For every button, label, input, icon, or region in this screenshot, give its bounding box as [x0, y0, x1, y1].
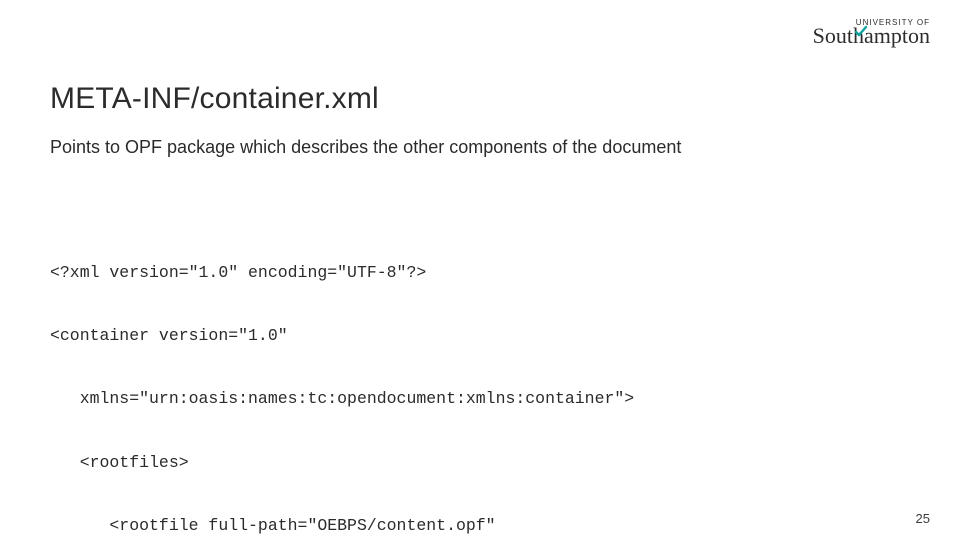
- code-line: <?xml version="1.0" encoding="UTF-8"?>: [50, 262, 910, 283]
- code-block: <?xml version="1.0" encoding="UTF-8"?> <…: [50, 219, 910, 540]
- code-line: <rootfiles>: [50, 452, 910, 473]
- slide-content: META-INF/container.xml Points to OPF pac…: [50, 82, 910, 540]
- logo-main-text: Southampton: [813, 25, 930, 47]
- code-line: <rootfile full-path="OEBPS/content.opf": [50, 515, 910, 536]
- page-number: 25: [916, 511, 930, 526]
- code-line: <container version="1.0": [50, 325, 910, 346]
- code-line: xmlns="urn:oasis:names:tc:opendocument:x…: [50, 388, 910, 409]
- slide-title: META-INF/container.xml: [50, 82, 910, 116]
- logo-tick-icon: [855, 19, 867, 31]
- slide-subtitle: Points to OPF package which describes th…: [50, 136, 910, 159]
- university-logo: UNIVERSITY OF Southampton: [813, 18, 930, 47]
